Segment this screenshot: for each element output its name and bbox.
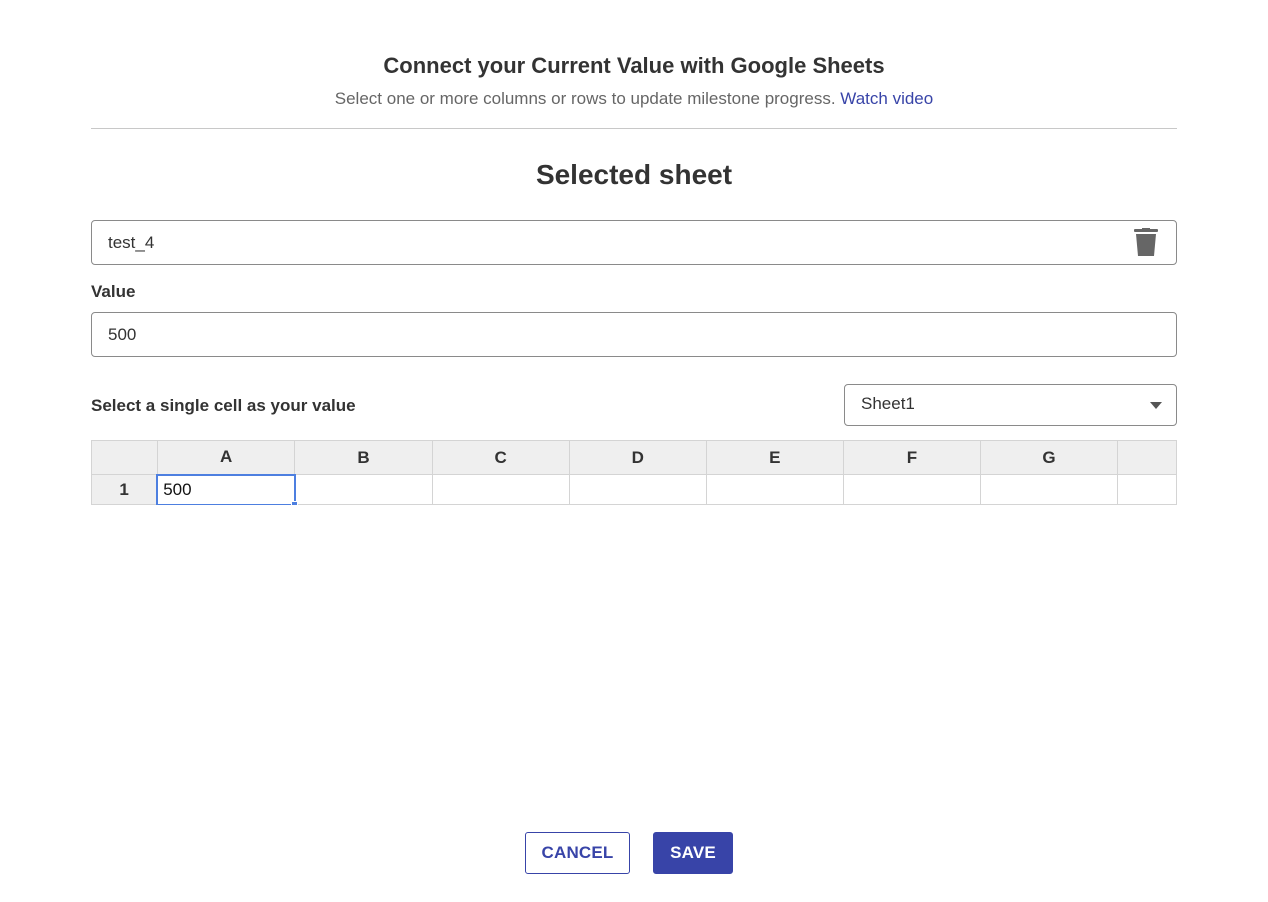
selected-sheet-field: test_4 (91, 220, 1177, 265)
select-cell-label: Select a single cell as your value (91, 396, 356, 415)
cell-h1[interactable] (1117, 474, 1177, 505)
sheet-name: test_4 (108, 233, 155, 252)
cell-e1[interactable] (705, 474, 844, 505)
column-header-c[interactable]: C (431, 440, 570, 475)
row-header-1[interactable]: 1 (91, 474, 158, 505)
sheet-tab-select[interactable]: Sheet1 (844, 384, 1177, 426)
column-header-f[interactable]: F (842, 440, 981, 475)
cell-c1[interactable] (431, 474, 570, 505)
column-header-row: A B C D E F G (91, 440, 1177, 475)
connect-sheets-dialog: Connect your Current Value with Google S… (0, 0, 1268, 902)
column-header-a[interactable]: A (156, 440, 296, 475)
column-header-e[interactable]: E (705, 440, 844, 475)
header-divider (91, 128, 1177, 129)
cancel-button[interactable]: CANCEL (525, 832, 630, 874)
dialog-subtitle: Select one or more columns or rows to up… (91, 88, 1177, 110)
watch-video-link[interactable]: Watch video (840, 89, 933, 108)
cell-b1[interactable] (294, 474, 433, 505)
cell-f1[interactable] (842, 474, 981, 505)
value-input[interactable] (91, 312, 1177, 357)
cell-d1[interactable] (568, 474, 707, 505)
column-header-d[interactable]: D (568, 440, 707, 475)
cell-g1[interactable] (979, 474, 1119, 505)
table-row: 1 500 (91, 473, 1177, 505)
dialog-title: Connect your Current Value with Google S… (383, 53, 885, 78)
dialog-header: Connect your Current Value with Google S… (91, 52, 1177, 110)
trash-icon[interactable] (1134, 228, 1158, 256)
column-header-b[interactable]: B (294, 440, 433, 475)
spreadsheet-grid: A B C D E F G 1 500 (91, 440, 1177, 505)
value-label: Value (91, 282, 136, 301)
column-header-h[interactable] (1117, 440, 1177, 475)
column-header-g[interactable]: G (979, 440, 1119, 475)
subtitle-text: Select one or more columns or rows to up… (334, 89, 836, 108)
cell-a1[interactable]: 500 (156, 473, 298, 505)
corner-cell (91, 440, 158, 475)
chevron-down-icon (1150, 402, 1162, 409)
fill-handle[interactable] (290, 500, 298, 505)
cell-a1-value: 500 (163, 479, 192, 499)
sheet-tab-selected: Sheet1 (861, 394, 915, 413)
save-button[interactable]: SAVE (653, 832, 733, 874)
selected-sheet-heading: Selected sheet (535, 159, 733, 190)
